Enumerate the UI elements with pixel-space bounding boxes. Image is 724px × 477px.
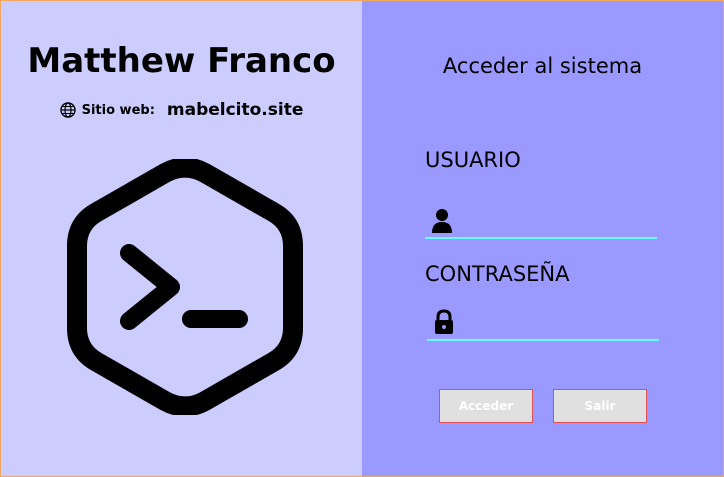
password-input[interactable]: [463, 309, 657, 337]
profile-panel: Matthew Franco Sitio web: mabelcito.site: [1, 1, 362, 476]
terminal-hexagon-logo: [67, 159, 303, 415]
login-button[interactable]: Acceder: [439, 389, 533, 423]
profile-name: Matthew Franco: [27, 41, 336, 81]
globe-icon: [59, 102, 76, 118]
login-panel: Acceder al sistema USUARIO CONTRASEÑA Ac…: [362, 1, 723, 476]
login-window: Matthew Franco Sitio web: mabelcito.site…: [0, 0, 724, 477]
username-input[interactable]: [461, 207, 655, 235]
website-link[interactable]: mabelcito.site: [167, 100, 303, 120]
username-label: USUARIO: [425, 148, 521, 172]
password-label: CONTRASEÑA: [425, 262, 570, 286]
website-label: Sitio web:: [81, 102, 155, 118]
password-field: [427, 305, 659, 341]
username-field: [425, 203, 657, 239]
login-heading: Acceder al sistema: [442, 54, 643, 78]
website-row: Sitio web: mabelcito.site: [1, 100, 362, 120]
exit-button[interactable]: Salir: [553, 389, 647, 423]
user-icon: [432, 209, 452, 233]
lock-icon: [435, 309, 453, 334]
